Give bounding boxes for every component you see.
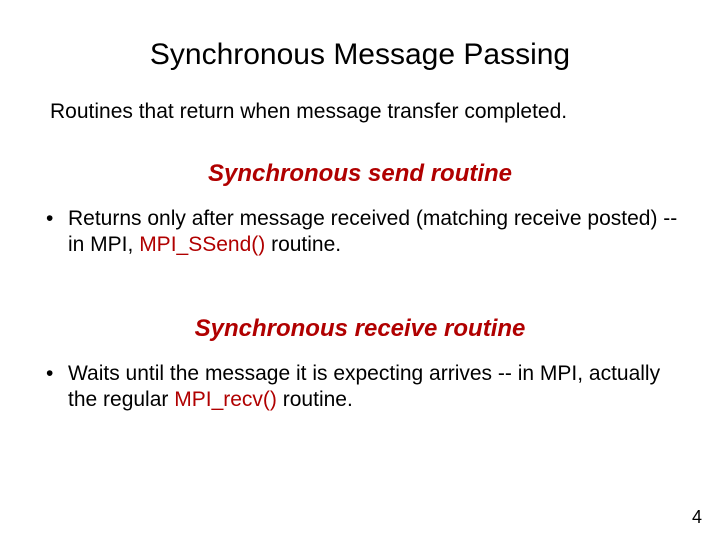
- code-reference: MPI_recv(): [174, 388, 277, 411]
- bullet-text-pre: Waits until the message it is expecting …: [68, 362, 660, 411]
- bullet-text-post: routine.: [265, 233, 341, 256]
- section-heading-send: Synchronous send routine: [40, 160, 680, 188]
- bullet-text-post: routine.: [277, 388, 353, 411]
- intro-text: Routines that return when message transf…: [50, 100, 680, 124]
- bullet-list-receive: Waits until the message it is expecting …: [40, 361, 680, 414]
- list-item: Returns only after message received (mat…: [42, 206, 680, 259]
- list-item: Waits until the message it is expecting …: [42, 361, 680, 414]
- section-heading-receive: Synchronous receive routine: [40, 315, 680, 343]
- page-number: 4: [692, 507, 702, 528]
- code-reference: MPI_SSend(): [139, 233, 265, 256]
- slide-title: Synchronous Message Passing: [40, 38, 680, 72]
- bullet-list-send: Returns only after message received (mat…: [40, 206, 680, 259]
